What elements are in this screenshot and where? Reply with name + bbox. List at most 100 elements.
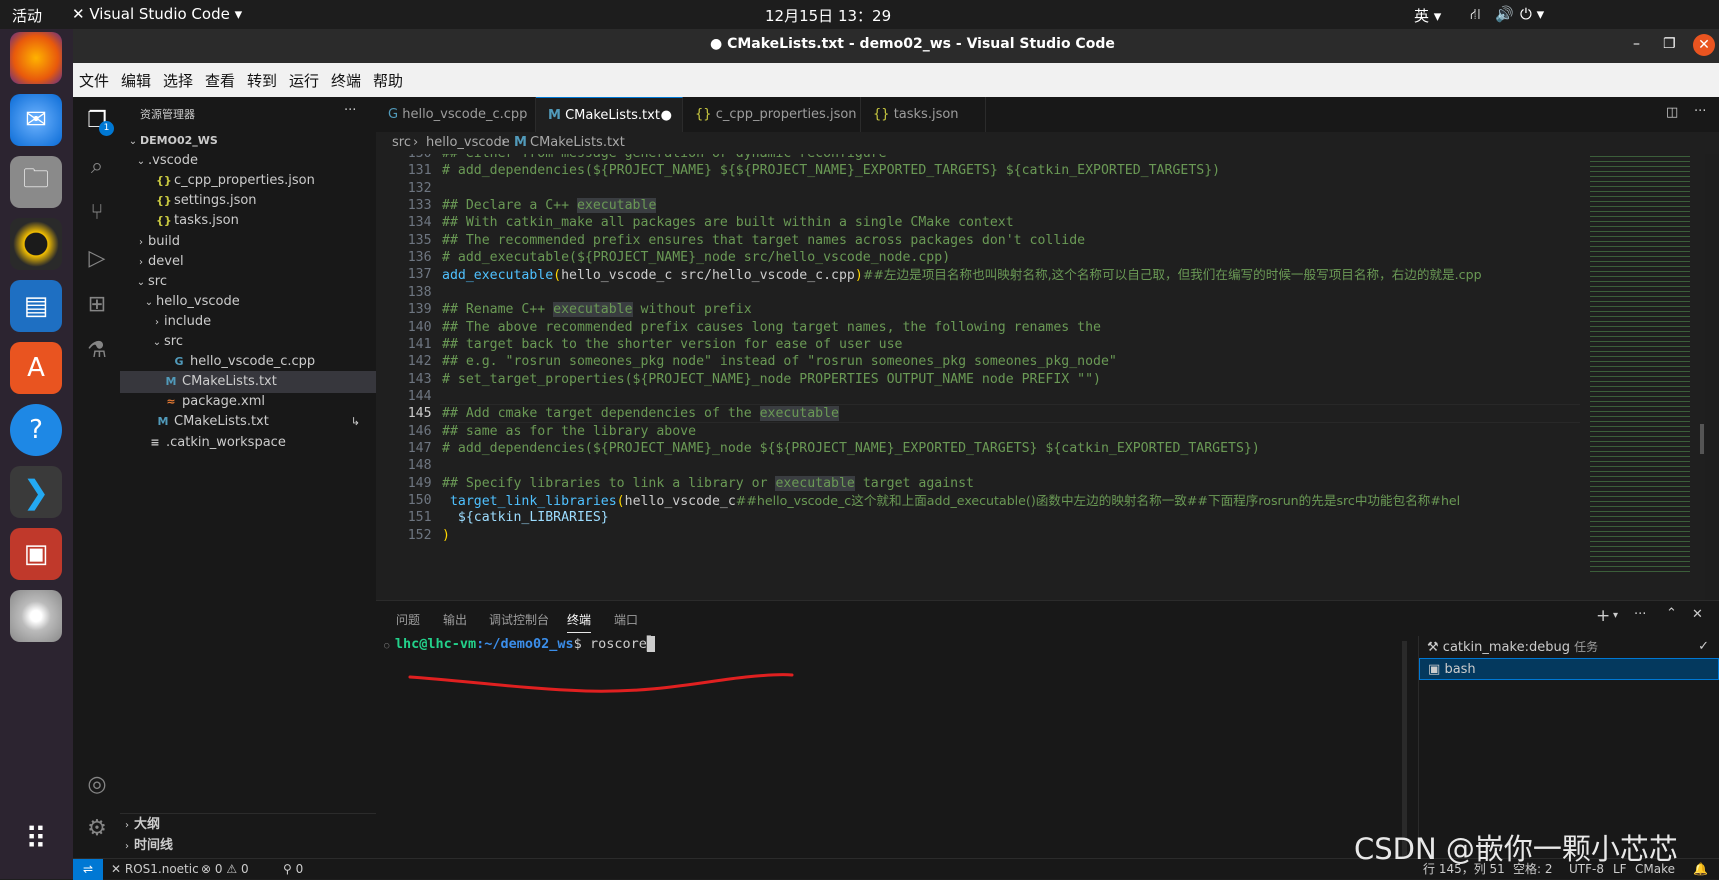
code-line[interactable]: ## The above recommended prefix causes l… <box>442 318 1101 337</box>
maximize-icon[interactable]: ❐ <box>1663 36 1676 52</box>
panel-tab-output[interactable]: 输出 <box>443 611 467 628</box>
code-line[interactable]: ## target back to the shorter version fo… <box>442 335 903 354</box>
thunderbird-icon[interactable]: ✉ <box>10 94 62 146</box>
tree-item[interactable]: M CMakeLists.txt ↳ <box>120 411 376 433</box>
tree-item[interactable]: › build <box>120 231 376 253</box>
timeline-section[interactable]: › 时间线 <box>120 835 376 857</box>
show-apps-icon[interactable]: ⠿ <box>10 813 62 865</box>
code-line[interactable]: # add_executable(${PROJECT_NAME}_node sr… <box>442 248 950 267</box>
menu-view[interactable]: 查看 <box>205 70 235 91</box>
menu-file[interactable]: 文件 <box>79 70 109 91</box>
code-line[interactable]: # set_target_properties(${PROJECT_NAME}_… <box>442 370 1101 389</box>
rhythmbox-icon[interactable] <box>10 218 62 270</box>
remote-icon[interactable]: ⇌ <box>73 859 103 880</box>
code-line[interactable]: ## The recommended prefix ensures that t… <box>442 231 1085 250</box>
menu-go[interactable]: 转到 <box>247 70 277 91</box>
tree-item[interactable]: {} tasks.json <box>120 210 376 232</box>
code-editor[interactable]: 130## either from message generation or … <box>376 154 1580 600</box>
code-line[interactable]: ## same as for the library above <box>442 422 696 441</box>
breadcrumb-hello-vscode[interactable]: hello_vscode <box>426 132 510 154</box>
ports-status[interactable]: ⚲ 0 <box>283 859 303 880</box>
tree-item[interactable]: ⌄ hello_vscode <box>120 291 376 313</box>
menu-terminal[interactable]: 终端 <box>331 70 361 91</box>
dvd-icon[interactable] <box>10 590 62 642</box>
tab-tasks-json[interactable]: {} tasks.json <box>861 97 986 132</box>
network-icon[interactable]: ⛙ <box>1470 5 1481 25</box>
vscode-dock-icon[interactable]: ❯ <box>10 466 62 518</box>
problems-status[interactable]: ⊗ 0 ⚠ 0 <box>201 859 249 880</box>
code-line[interactable]: # add_dependencies(${PROJECT_NAME} ${${P… <box>442 161 1220 180</box>
maximize-panel-icon[interactable]: ⌃ <box>1666 606 1677 621</box>
tree-item[interactable]: ≡ .catkin_workspace <box>120 432 376 454</box>
editor-more-icon[interactable]: ··· <box>1694 104 1706 119</box>
code-line[interactable]: ## Add cmake target dependencies of the … <box>442 404 839 423</box>
sidebar-more-button[interactable]: ··· <box>344 103 356 118</box>
power-icon[interactable]: ⏻ ▾ <box>1520 5 1544 23</box>
tree-item[interactable]: ⌄ src <box>120 331 376 353</box>
tab-c-cpp-properties[interactable]: {} c_cpp_properties.json <box>683 97 861 132</box>
tree-item[interactable]: ⌄ .vscode <box>120 150 376 172</box>
writer-icon[interactable]: ▤ <box>10 280 62 332</box>
editor-scrollbar[interactable] <box>1700 424 1704 454</box>
tree-item[interactable]: Ghello_vscode_c.cpp <box>120 351 376 373</box>
split-editor-icon[interactable]: ◫ <box>1666 105 1678 120</box>
terminal-dropdown-icon[interactable]: ▾ <box>1613 610 1618 621</box>
tree-item[interactable]: ≈ package.xml <box>120 391 376 413</box>
menu-selection[interactable]: 选择 <box>163 70 193 91</box>
ros-distro[interactable]: ✕ ROS1.noetic <box>111 859 199 880</box>
terminal-app-icon[interactable]: ▣ <box>10 528 62 580</box>
app-menu[interactable]: ✕ Visual Studio Code ▾ <box>72 5 242 23</box>
tree-item[interactable]: ⌄ DEMO02_WS <box>120 130 376 152</box>
tab-hello-vscode-cpp[interactable]: G hello_vscode_c.cpp <box>376 97 536 132</box>
firefox-icon[interactable] <box>10 32 62 84</box>
panel-tab-debug-console[interactable]: 调试控制台 <box>489 611 549 628</box>
clock[interactable]: 12月15日 13：29 <box>765 5 891 26</box>
code-line[interactable]: ## With catkin_make all packages are bui… <box>442 213 1014 232</box>
panel-tab-ports[interactable]: 端口 <box>614 611 638 628</box>
testing-icon[interactable]: ⚗ <box>81 335 113 367</box>
input-method[interactable]: 英 ▾ <box>1414 5 1441 26</box>
new-terminal-icon[interactable]: + <box>1596 606 1610 626</box>
software-icon[interactable]: A <box>10 342 62 394</box>
code-line[interactable]: ${catkin_LIBRARIES} <box>442 508 609 527</box>
panel-tab-terminal[interactable]: 终端 <box>567 611 592 633</box>
explorer-icon[interactable]: ❐ 1 <box>81 105 114 137</box>
close-icon[interactable]: ✕ <box>1693 34 1715 56</box>
code-line[interactable]: ) <box>442 526 450 545</box>
minimap[interactable] <box>1580 154 1705 600</box>
minimize-icon[interactable]: – <box>1633 36 1640 52</box>
menu-edit[interactable]: 编辑 <box>121 70 151 91</box>
terminal-output[interactable]: ○ lhc@lhc-vm:~/demo02_ws$ roscore▌ <box>384 636 655 652</box>
tree-item[interactable]: M CMakeLists.txt <box>120 371 376 394</box>
tab-cmakelists[interactable]: M CMakeLists.txt ● <box>536 97 683 132</box>
code-line[interactable]: ## Specify libraries to link a library o… <box>442 474 974 493</box>
breadcrumb-cmakelists[interactable]: CMakeLists.txt <box>530 132 625 154</box>
code-line[interactable]: ## e.g. "rosrun someones_pkg node" inste… <box>442 352 1117 371</box>
code-line[interactable]: # add_dependencies(${PROJECT_NAME}_node … <box>442 439 1260 458</box>
code-line[interactable]: ## Rename C++ executable without prefix <box>442 300 752 319</box>
tree-item[interactable]: ⌄ src <box>120 271 376 293</box>
tree-item[interactable]: {} settings.json <box>120 190 376 212</box>
extensions-icon[interactable]: ⊞ <box>81 289 113 321</box>
activities-button[interactable]: 活动 <box>12 5 42 26</box>
code-line[interactable]: target_link_libraries(hello_vscode_c##he… <box>442 491 1460 510</box>
help-icon[interactable]: ? <box>10 404 62 456</box>
breadcrumb-src[interactable]: src <box>392 132 411 154</box>
search-icon[interactable]: ⌕ <box>81 151 113 183</box>
files-icon[interactable]: 🗀 <box>10 156 62 208</box>
terminal-item-bash[interactable]: ▣ bash <box>1419 658 1719 680</box>
tree-item[interactable]: › include <box>120 311 376 333</box>
menu-run[interactable]: 运行 <box>289 70 319 91</box>
volume-icon[interactable]: 🔊 <box>1495 5 1514 23</box>
run-debug-icon[interactable]: ▷ <box>81 243 113 275</box>
terminal-item-catkin[interactable]: ⚒ catkin_make:debug 任务 ✓ <box>1419 636 1719 658</box>
code-line[interactable]: add_executable(hello_vscode_c src/hello_… <box>442 265 1482 284</box>
tree-item[interactable]: {} c_cpp_properties.json <box>120 170 376 192</box>
account-icon[interactable]: ◎ <box>81 769 113 801</box>
outline-section[interactable]: › 大纲 <box>120 813 376 835</box>
tree-item[interactable]: › devel <box>120 251 376 273</box>
panel-more-icon[interactable]: ··· <box>1634 607 1646 622</box>
menu-help[interactable]: 帮助 <box>373 70 403 91</box>
close-panel-icon[interactable]: ✕ <box>1692 607 1703 622</box>
unsaved-dot-icon[interactable]: ● <box>661 98 672 133</box>
